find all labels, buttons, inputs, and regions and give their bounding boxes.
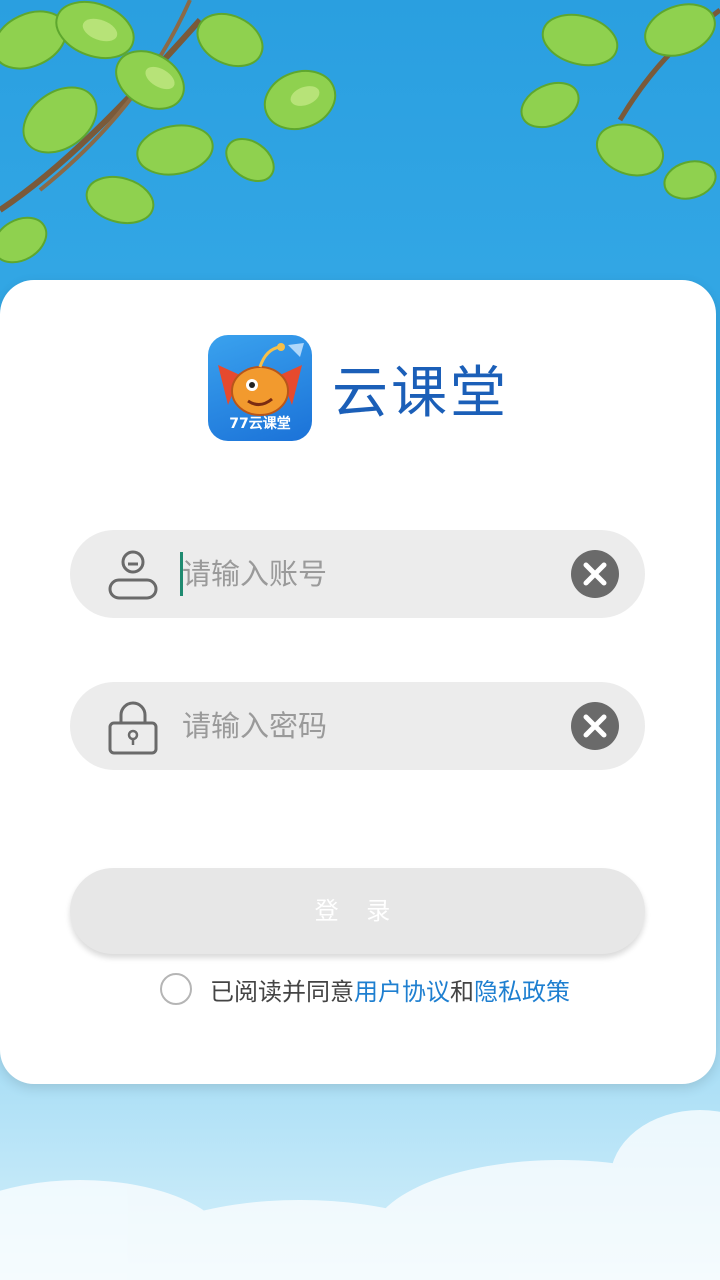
- leaves-decoration-left: [0, 0, 337, 264]
- user-icon: [108, 550, 158, 600]
- account-field[interactable]: 请输入账号: [70, 530, 645, 618]
- login-button[interactable]: 登 录: [70, 868, 645, 954]
- password-input[interactable]: 请输入密码: [182, 682, 327, 770]
- logo-caption: 77云课堂: [229, 416, 291, 432]
- privacy-policy-link[interactable]: 隐私政策: [474, 972, 570, 1007]
- clear-account-button[interactable]: [571, 550, 619, 598]
- clear-icon: [583, 562, 607, 586]
- agreement-row: 已阅读并同意 用户协议 和 隐私政策: [160, 970, 570, 1008]
- login-card: 77云课堂 云课堂 请输入账号 请输入密码 登 录 已阅读并同意 用户协议 和 …: [0, 280, 716, 1084]
- password-field[interactable]: 请输入密码: [70, 682, 645, 770]
- clear-password-button[interactable]: [571, 702, 619, 750]
- lock-icon: [108, 701, 158, 755]
- user-agreement-link[interactable]: 用户协议: [354, 972, 450, 1007]
- brand-header: 77云课堂 云课堂: [208, 334, 509, 442]
- agreement-joiner: 和: [450, 977, 474, 1006]
- account-input[interactable]: 请输入账号: [182, 530, 327, 618]
- app-logo: 77云课堂: [208, 335, 312, 441]
- leaves-decoration-right: [520, 3, 720, 200]
- app-title: 云课堂: [332, 360, 509, 426]
- agreement-prefix: 已阅读并同意: [210, 977, 354, 1006]
- agreement-checkbox[interactable]: [160, 973, 192, 1005]
- clear-icon: [583, 714, 607, 738]
